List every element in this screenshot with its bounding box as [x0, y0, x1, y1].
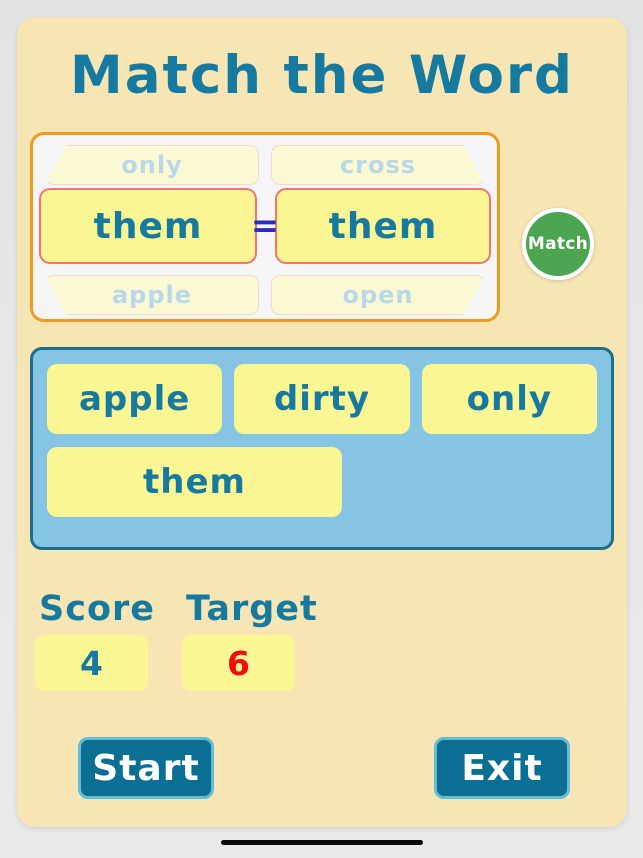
- home-indicator: [220, 840, 423, 845]
- picker-left-selected-label: them: [93, 205, 203, 247]
- word-bank-row: them: [47, 447, 597, 517]
- picker-right-above-label: cross: [339, 151, 417, 179]
- target-label: Target: [186, 589, 318, 629]
- picker-left-above-label: only: [121, 151, 183, 179]
- picker-right-below-word: open: [271, 275, 485, 315]
- word-bank-tile[interactable]: only: [421, 364, 597, 434]
- exit-button-label: Exit: [461, 747, 543, 789]
- picker-column-left[interactable]: only them apple: [33, 135, 265, 319]
- picker-left-below-word: apple: [45, 275, 259, 315]
- picker-right-selected-label: them: [328, 205, 438, 247]
- match-button-label: Match: [527, 234, 589, 254]
- stats-section: Score 4 Target 6: [35, 589, 318, 691]
- picker-left-selected-word[interactable]: them: [39, 188, 257, 264]
- word-bank-row: apple dirty only: [47, 364, 597, 434]
- equals-icon: =: [250, 206, 280, 246]
- picker-right-below-label: open: [342, 281, 414, 309]
- picker-left-above-word: only: [45, 145, 259, 185]
- word-bank-tile-label: only: [466, 379, 553, 419]
- word-bank-tile[interactable]: them: [47, 447, 342, 517]
- start-button[interactable]: Start: [78, 737, 214, 799]
- picker-right-selected-word[interactable]: them: [275, 188, 491, 264]
- word-bank-panel: apple dirty only them: [30, 347, 614, 550]
- word-picker-panel: only them apple cross them open =: [30, 132, 500, 322]
- word-bank-tile[interactable]: apple: [47, 364, 223, 434]
- exit-button[interactable]: Exit: [434, 737, 570, 799]
- device-frame: Match the Word only them apple cross the…: [0, 0, 643, 858]
- score-value: 4: [35, 635, 148, 691]
- score-label: Score: [39, 589, 155, 629]
- word-bank-tile-label: them: [143, 462, 246, 502]
- app-panel: Match the Word only them apple cross the…: [17, 17, 627, 827]
- match-button[interactable]: Match: [522, 208, 594, 280]
- word-bank-tile-label: dirty: [273, 379, 371, 419]
- picker-right-above-word: cross: [271, 145, 485, 185]
- target-value: 6: [182, 635, 295, 691]
- start-button-label: Start: [92, 747, 200, 789]
- word-bank-tile[interactable]: dirty: [234, 364, 410, 434]
- target-block: Target 6: [182, 589, 318, 691]
- picker-left-below-label: apple: [111, 281, 193, 309]
- score-block: Score 4: [35, 589, 155, 691]
- word-bank-tile-label: apple: [78, 379, 191, 419]
- page-title: Match the Word: [70, 45, 574, 106]
- picker-column-right[interactable]: cross them open: [265, 135, 497, 319]
